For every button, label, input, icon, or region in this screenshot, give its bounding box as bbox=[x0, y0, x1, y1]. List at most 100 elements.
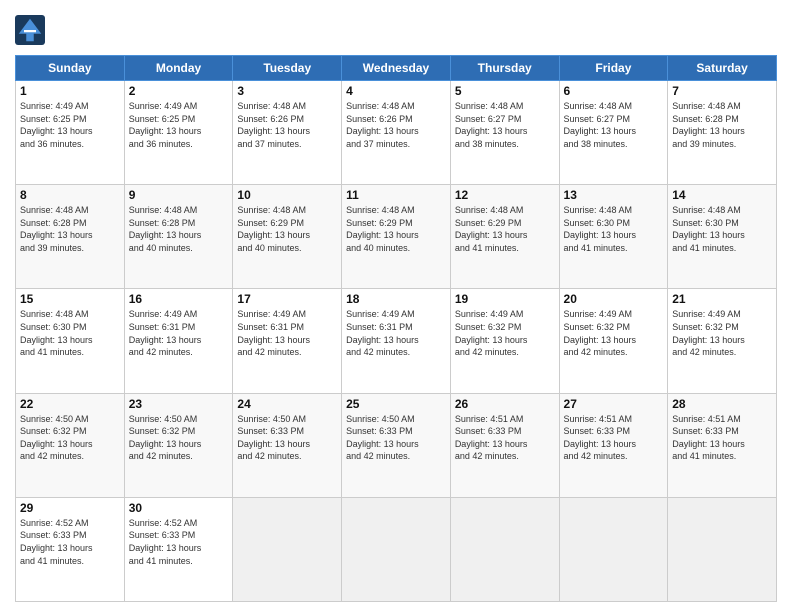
calendar-cell-4-6: 28 Sunrise: 4:51 AM Sunset: 6:33 PM Dayli… bbox=[668, 393, 777, 497]
weekday-header-monday: Monday bbox=[124, 56, 233, 81]
day-number: 17 bbox=[237, 292, 337, 306]
day-number: 14 bbox=[672, 188, 772, 202]
calendar-cell-4-3: 25Sunrise: 4:50 AM Sunset: 6:33 PM Dayli… bbox=[342, 393, 451, 497]
calendar-cell-5-5 bbox=[559, 497, 668, 601]
calendar-cell-5-0: 29 Sunrise: 4:52 AM Sunset: 6:33 PM Dayli… bbox=[16, 497, 125, 601]
weekday-header-tuesday: Tuesday bbox=[233, 56, 342, 81]
calendar-cell-2-6: 14 Sunrise: 4:48 AM Sunset: 6:30 PM Dayli… bbox=[668, 185, 777, 289]
calendar-cell-5-2 bbox=[233, 497, 342, 601]
day-info: Sunrise: 4:49 AM Sunset: 6:31 PM Dayligh… bbox=[346, 308, 446, 358]
weekday-header-sunday: Sunday bbox=[16, 56, 125, 81]
header bbox=[15, 15, 777, 45]
day-number: 4 bbox=[346, 84, 446, 98]
day-number: 3 bbox=[237, 84, 337, 98]
calendar-week-3: 15 Sunrise: 4:48 AM Sunset: 6:30 PM Dayli… bbox=[16, 289, 777, 393]
day-info: Sunrise: 4:51 AM Sunset: 6:33 PM Dayligh… bbox=[564, 413, 664, 463]
day-number: 5 bbox=[455, 84, 555, 98]
day-info: Sunrise: 4:49 AM Sunset: 6:32 PM Dayligh… bbox=[672, 308, 772, 358]
logo bbox=[15, 15, 48, 45]
day-info: Sunrise: 4:48 AM Sunset: 6:28 PM Dayligh… bbox=[129, 204, 229, 254]
calendar-week-5: 29 Sunrise: 4:52 AM Sunset: 6:33 PM Dayli… bbox=[16, 497, 777, 601]
day-number: 6 bbox=[564, 84, 664, 98]
day-number: 18 bbox=[346, 292, 446, 306]
calendar-cell-2-0: 8 Sunrise: 4:48 AM Sunset: 6:28 PM Daylig… bbox=[16, 185, 125, 289]
day-info: Sunrise: 4:49 AM Sunset: 6:25 PM Dayligh… bbox=[20, 100, 120, 150]
calendar-body: 1Sunrise: 4:49 AM Sunset: 6:25 PM Daylig… bbox=[16, 81, 777, 602]
day-number: 28 bbox=[672, 397, 772, 411]
weekday-header-friday: Friday bbox=[559, 56, 668, 81]
day-info: Sunrise: 4:48 AM Sunset: 6:29 PM Dayligh… bbox=[237, 204, 337, 254]
calendar-cell-4-4: 26 Sunrise: 4:51 AM Sunset: 6:33 PM Dayli… bbox=[450, 393, 559, 497]
day-number: 24 bbox=[237, 397, 337, 411]
calendar-cell-4-0: 22 Sunrise: 4:50 AM Sunset: 6:32 PM Dayli… bbox=[16, 393, 125, 497]
day-number: 30 bbox=[129, 501, 229, 515]
day-info: Sunrise: 4:50 AM Sunset: 6:32 PM Dayligh… bbox=[20, 413, 120, 463]
day-info: Sunrise: 4:49 AM Sunset: 6:31 PM Dayligh… bbox=[129, 308, 229, 358]
calendar-cell-3-4: 19 Sunrise: 4:49 AM Sunset: 6:32 PM Dayli… bbox=[450, 289, 559, 393]
day-info: Sunrise: 4:51 AM Sunset: 6:33 PM Dayligh… bbox=[455, 413, 555, 463]
day-info: Sunrise: 4:50 AM Sunset: 6:32 PM Dayligh… bbox=[129, 413, 229, 463]
day-number: 13 bbox=[564, 188, 664, 202]
day-number: 16 bbox=[129, 292, 229, 306]
calendar-cell-3-6: 21 Sunrise: 4:49 AM Sunset: 6:32 PM Dayli… bbox=[668, 289, 777, 393]
calendar-cell-5-3 bbox=[342, 497, 451, 601]
day-info: Sunrise: 4:48 AM Sunset: 6:29 PM Dayligh… bbox=[346, 204, 446, 254]
day-number: 15 bbox=[20, 292, 120, 306]
weekday-header-row: SundayMondayTuesdayWednesdayThursdayFrid… bbox=[16, 56, 777, 81]
day-number: 11 bbox=[346, 188, 446, 202]
calendar-cell-1-1: 2 Sunrise: 4:49 AM Sunset: 6:25 PM Daylig… bbox=[124, 81, 233, 185]
day-info: Sunrise: 4:48 AM Sunset: 6:26 PM Dayligh… bbox=[237, 100, 337, 150]
calendar-cell-3-1: 16 Sunrise: 4:49 AM Sunset: 6:31 PM Dayli… bbox=[124, 289, 233, 393]
day-info: Sunrise: 4:48 AM Sunset: 6:29 PM Dayligh… bbox=[455, 204, 555, 254]
day-info: Sunrise: 4:49 AM Sunset: 6:31 PM Dayligh… bbox=[237, 308, 337, 358]
day-info: Sunrise: 4:49 AM Sunset: 6:32 PM Dayligh… bbox=[455, 308, 555, 358]
calendar-cell-2-3: 11 Sunrise: 4:48 AM Sunset: 6:29 PM Dayli… bbox=[342, 185, 451, 289]
day-info: Sunrise: 4:48 AM Sunset: 6:27 PM Dayligh… bbox=[564, 100, 664, 150]
weekday-header-wednesday: Wednesday bbox=[342, 56, 451, 81]
day-number: 23 bbox=[129, 397, 229, 411]
page: SundayMondayTuesdayWednesdayThursdayFrid… bbox=[0, 0, 792, 612]
day-number: 21 bbox=[672, 292, 772, 306]
calendar-cell-2-4: 12 Sunrise: 4:48 AM Sunset: 6:29 PM Dayli… bbox=[450, 185, 559, 289]
calendar-cell-3-2: 17 Sunrise: 4:49 AM Sunset: 6:31 PM Dayli… bbox=[233, 289, 342, 393]
calendar-cell-1-3: 4 Sunrise: 4:48 AM Sunset: 6:26 PM Daylig… bbox=[342, 81, 451, 185]
calendar-cell-5-6 bbox=[668, 497, 777, 601]
calendar-week-4: 22 Sunrise: 4:50 AM Sunset: 6:32 PM Dayli… bbox=[16, 393, 777, 497]
calendar-cell-3-0: 15 Sunrise: 4:48 AM Sunset: 6:30 PM Dayli… bbox=[16, 289, 125, 393]
calendar-cell-4-1: 23 Sunrise: 4:50 AM Sunset: 6:32 PM Dayli… bbox=[124, 393, 233, 497]
day-info: Sunrise: 4:48 AM Sunset: 6:30 PM Dayligh… bbox=[672, 204, 772, 254]
weekday-header-thursday: Thursday bbox=[450, 56, 559, 81]
calendar-cell-3-5: 20Sunrise: 4:49 AM Sunset: 6:32 PM Dayli… bbox=[559, 289, 668, 393]
calendar-cell-4-2: 24Sunrise: 4:50 AM Sunset: 6:33 PM Dayli… bbox=[233, 393, 342, 497]
day-info: Sunrise: 4:48 AM Sunset: 6:27 PM Dayligh… bbox=[455, 100, 555, 150]
calendar-cell-1-0: 1Sunrise: 4:49 AM Sunset: 6:25 PM Daylig… bbox=[16, 81, 125, 185]
day-number: 10 bbox=[237, 188, 337, 202]
day-number: 29 bbox=[20, 501, 120, 515]
calendar-cell-1-2: 3 Sunrise: 4:48 AM Sunset: 6:26 PM Daylig… bbox=[233, 81, 342, 185]
day-info: Sunrise: 4:48 AM Sunset: 6:26 PM Dayligh… bbox=[346, 100, 446, 150]
calendar-cell-1-4: 5 Sunrise: 4:48 AM Sunset: 6:27 PM Daylig… bbox=[450, 81, 559, 185]
day-info: Sunrise: 4:48 AM Sunset: 6:28 PM Dayligh… bbox=[20, 204, 120, 254]
day-number: 7 bbox=[672, 84, 772, 98]
calendar-cell-5-1: 30 Sunrise: 4:52 AM Sunset: 6:33 PM Dayli… bbox=[124, 497, 233, 601]
day-info: Sunrise: 4:52 AM Sunset: 6:33 PM Dayligh… bbox=[20, 517, 120, 567]
day-info: Sunrise: 4:49 AM Sunset: 6:25 PM Dayligh… bbox=[129, 100, 229, 150]
calendar-week-1: 1Sunrise: 4:49 AM Sunset: 6:25 PM Daylig… bbox=[16, 81, 777, 185]
day-number: 8 bbox=[20, 188, 120, 202]
day-number: 12 bbox=[455, 188, 555, 202]
logo-icon bbox=[15, 15, 45, 45]
calendar-cell-2-5: 13Sunrise: 4:48 AM Sunset: 6:30 PM Dayli… bbox=[559, 185, 668, 289]
day-number: 2 bbox=[129, 84, 229, 98]
day-number: 20 bbox=[564, 292, 664, 306]
day-number: 26 bbox=[455, 397, 555, 411]
day-info: Sunrise: 4:51 AM Sunset: 6:33 PM Dayligh… bbox=[672, 413, 772, 463]
calendar-cell-1-6: 7Sunrise: 4:48 AM Sunset: 6:28 PM Daylig… bbox=[668, 81, 777, 185]
calendar-cell-4-5: 27Sunrise: 4:51 AM Sunset: 6:33 PM Dayli… bbox=[559, 393, 668, 497]
calendar-week-2: 8 Sunrise: 4:48 AM Sunset: 6:28 PM Daylig… bbox=[16, 185, 777, 289]
day-number: 22 bbox=[20, 397, 120, 411]
day-info: Sunrise: 4:48 AM Sunset: 6:30 PM Dayligh… bbox=[20, 308, 120, 358]
calendar-cell-1-5: 6 Sunrise: 4:48 AM Sunset: 6:27 PM Daylig… bbox=[559, 81, 668, 185]
day-number: 19 bbox=[455, 292, 555, 306]
day-info: Sunrise: 4:50 AM Sunset: 6:33 PM Dayligh… bbox=[346, 413, 446, 463]
day-info: Sunrise: 4:52 AM Sunset: 6:33 PM Dayligh… bbox=[129, 517, 229, 567]
